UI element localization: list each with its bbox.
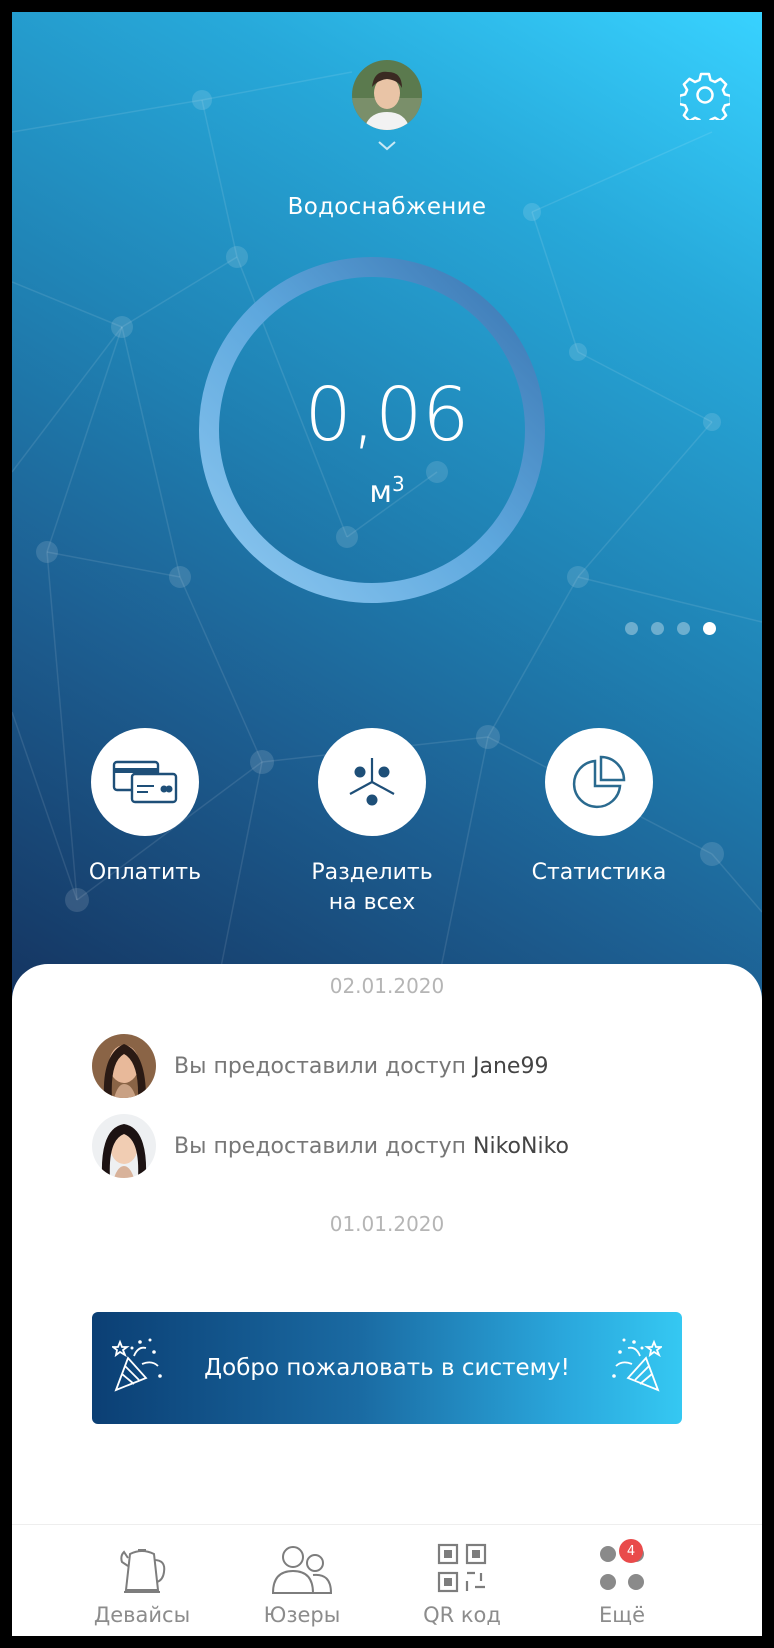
page-dot[interactable] bbox=[625, 622, 638, 635]
activity-text: Вы предоставили доступ bbox=[174, 1053, 467, 1079]
statistics-button[interactable] bbox=[545, 728, 653, 836]
split-label: Разделить на всех bbox=[311, 860, 433, 915]
statistics-label: Статистика bbox=[531, 860, 667, 885]
welcome-banner[interactable]: Добро пожаловать в систему! bbox=[92, 1312, 682, 1424]
user-avatar bbox=[92, 1034, 156, 1098]
activity-item[interactable]: Вы предоставили доступ NikoNiko bbox=[92, 1114, 569, 1178]
page-dot[interactable] bbox=[651, 622, 664, 635]
pie-chart-icon bbox=[572, 755, 626, 809]
activity-username[interactable]: Jane99 bbox=[473, 1054, 548, 1079]
page-title: Водоснабжение bbox=[287, 194, 487, 220]
gear-icon[interactable] bbox=[680, 70, 730, 120]
tab-users[interactable]: Юзеры bbox=[227, 1537, 377, 1627]
user-avatar bbox=[92, 1114, 156, 1178]
tab-more-label: Ещё bbox=[599, 1603, 645, 1627]
tab-devices-label: Девайсы bbox=[93, 1603, 191, 1627]
pay-button[interactable] bbox=[91, 728, 199, 836]
activity-item[interactable]: Вы предоставили доступ Jane99 bbox=[92, 1034, 548, 1098]
pay-label: Оплатить bbox=[88, 860, 202, 885]
qr-code-icon bbox=[437, 1543, 487, 1593]
welcome-text: Добро пожаловать в систему! bbox=[204, 1355, 570, 1381]
party-popper-icon bbox=[112, 1338, 162, 1392]
split-icon bbox=[349, 758, 395, 806]
activity-text: Вы предоставили доступ bbox=[174, 1133, 467, 1159]
hero-section: Водоснабжение 0,06 м3 Оплатить Разделить… bbox=[12, 12, 762, 1012]
date-header: 01.01.2020 bbox=[329, 1212, 445, 1236]
meter-value: 0,06 bbox=[304, 372, 470, 458]
credit-cards-icon bbox=[112, 760, 178, 804]
statistics-action[interactable]: Статистика bbox=[499, 728, 699, 888]
party-popper-icon bbox=[612, 1338, 662, 1392]
tab-users-label: Юзеры bbox=[263, 1603, 341, 1627]
notification-badge: 4 bbox=[619, 1539, 643, 1563]
app-screen: Водоснабжение 0,06 м3 Оплатить Разделить… bbox=[12, 12, 762, 1636]
tab-more[interactable]: 4 Ещё bbox=[547, 1537, 697, 1627]
pay-action[interactable]: Оплатить bbox=[45, 728, 245, 888]
page-dot[interactable] bbox=[677, 622, 690, 635]
activity-username[interactable]: NikoNiko bbox=[473, 1134, 569, 1159]
page-indicator[interactable] bbox=[625, 622, 716, 635]
chevron-down-icon[interactable] bbox=[377, 140, 397, 152]
profile-avatar[interactable] bbox=[352, 60, 422, 130]
tab-qr[interactable]: QR код bbox=[387, 1537, 537, 1627]
split-action[interactable]: Разделить на всех bbox=[272, 728, 472, 918]
tab-qr-label: QR код bbox=[423, 1603, 501, 1627]
meter-unit: м3 bbox=[369, 472, 405, 510]
page-dot-active[interactable] bbox=[703, 622, 716, 635]
kettle-icon bbox=[120, 1549, 166, 1593]
users-icon bbox=[271, 1546, 333, 1594]
split-button[interactable] bbox=[318, 728, 426, 836]
tab-devices[interactable]: Девайсы bbox=[67, 1537, 217, 1627]
date-header: 02.01.2020 bbox=[329, 974, 445, 998]
bottom-tab-bar: Девайсы Юзеры QR код 4 Ещё bbox=[12, 1524, 762, 1636]
